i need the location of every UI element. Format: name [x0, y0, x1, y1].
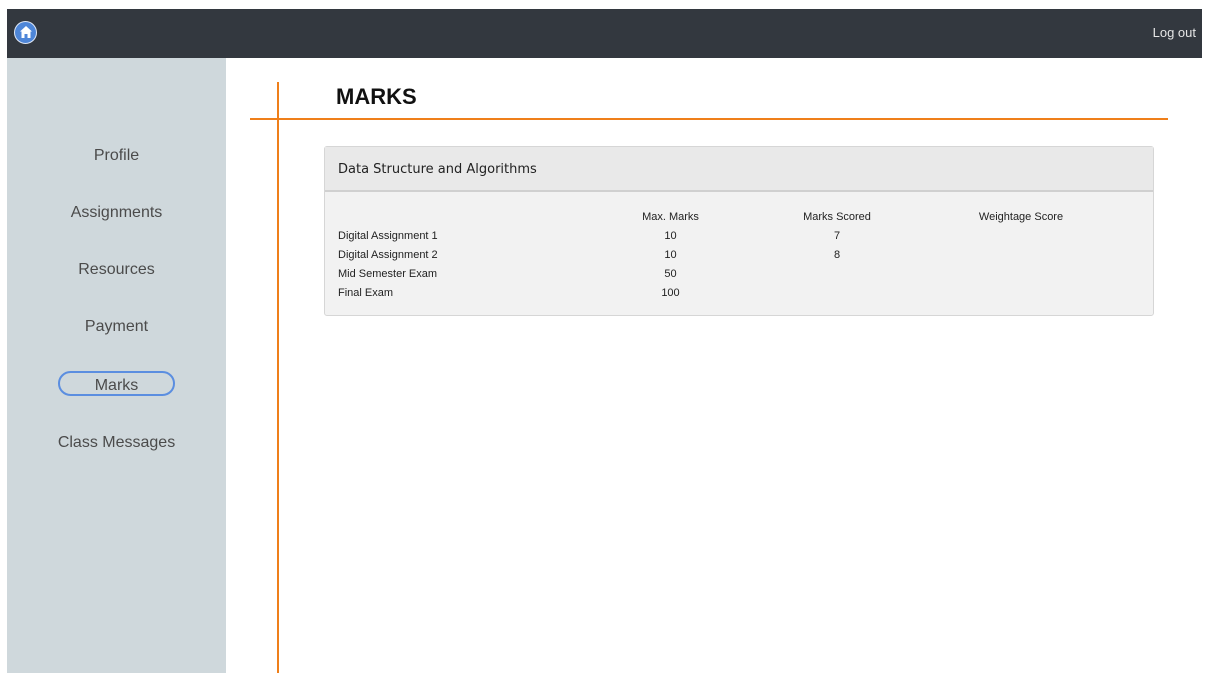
home-icon	[20, 26, 32, 38]
max-marks-cell: 10	[664, 248, 677, 261]
home-button[interactable]	[14, 21, 37, 44]
sidebar-item-label: Resources	[78, 261, 155, 278]
sidebar-item-label: Profile	[93, 147, 140, 164]
column-header	[338, 207, 608, 226]
page-title: MARKS	[336, 84, 417, 109]
max-marks-cell: 10	[664, 229, 677, 242]
sidebar-item-resources[interactable]: Resources	[7, 261, 226, 279]
column-header-max-marks: Max. Marks	[642, 210, 699, 223]
column-header-marks-scored: Marks Scored	[803, 210, 871, 223]
max-marks-cell: 50	[664, 267, 677, 280]
sidebar-item-label: Class Messages	[57, 434, 176, 451]
horizontal-divider	[250, 118, 1168, 120]
assessment-name: Final Exam	[338, 286, 394, 299]
sidebar-item-assignments[interactable]: Assignments	[7, 204, 226, 222]
sidebar-item-label: Payment	[84, 318, 149, 335]
marks-scored-cell	[733, 283, 941, 302]
sidebar: Profile Assignments Resources Payment Ma…	[7, 58, 226, 673]
sidebar-item-payment[interactable]: Payment	[7, 318, 226, 336]
logout-link[interactable]: Log out	[1153, 25, 1196, 40]
assessment-name: Mid Semester Exam	[338, 267, 438, 280]
sidebar-item-profile[interactable]: Profile	[7, 147, 226, 165]
weightage-cell	[941, 226, 1101, 245]
table-row: Digital Assignment 1 10 7	[338, 226, 1101, 245]
marks-scored-cell: 7	[833, 229, 841, 242]
sidebar-item-label: Marks	[58, 371, 175, 396]
weightage-cell	[941, 283, 1101, 302]
marks-scored-cell: 8	[833, 248, 841, 261]
max-marks-cell: 100	[661, 286, 680, 299]
assessment-name: Digital Assignment 2	[338, 248, 438, 261]
vertical-divider	[277, 82, 279, 673]
course-marks-card: Data Structure and Algorithms Max. Marks…	[324, 146, 1154, 316]
weightage-cell	[941, 245, 1101, 264]
table-header-row: Max. Marks Marks Scored Weightage Score	[338, 207, 1101, 226]
assessment-name: Digital Assignment 1	[338, 229, 438, 242]
course-title: Data Structure and Algorithms	[325, 147, 1153, 192]
sidebar-item-marks[interactable]: Marks	[7, 371, 226, 396]
column-header-weightage-score: Weightage Score	[978, 210, 1064, 223]
weightage-cell	[941, 264, 1101, 283]
table-row: Digital Assignment 2 10 8	[338, 245, 1101, 264]
sidebar-item-class-messages[interactable]: Class Messages	[7, 434, 226, 452]
table-row: Final Exam 100	[338, 283, 1101, 302]
sidebar-item-label: Assignments	[70, 204, 163, 221]
table-row: Mid Semester Exam 50	[338, 264, 1101, 283]
marks-scored-cell	[733, 264, 941, 283]
marks-table: Max. Marks Marks Scored Weightage Score …	[338, 207, 1101, 302]
top-navbar: Log out	[7, 9, 1202, 58]
